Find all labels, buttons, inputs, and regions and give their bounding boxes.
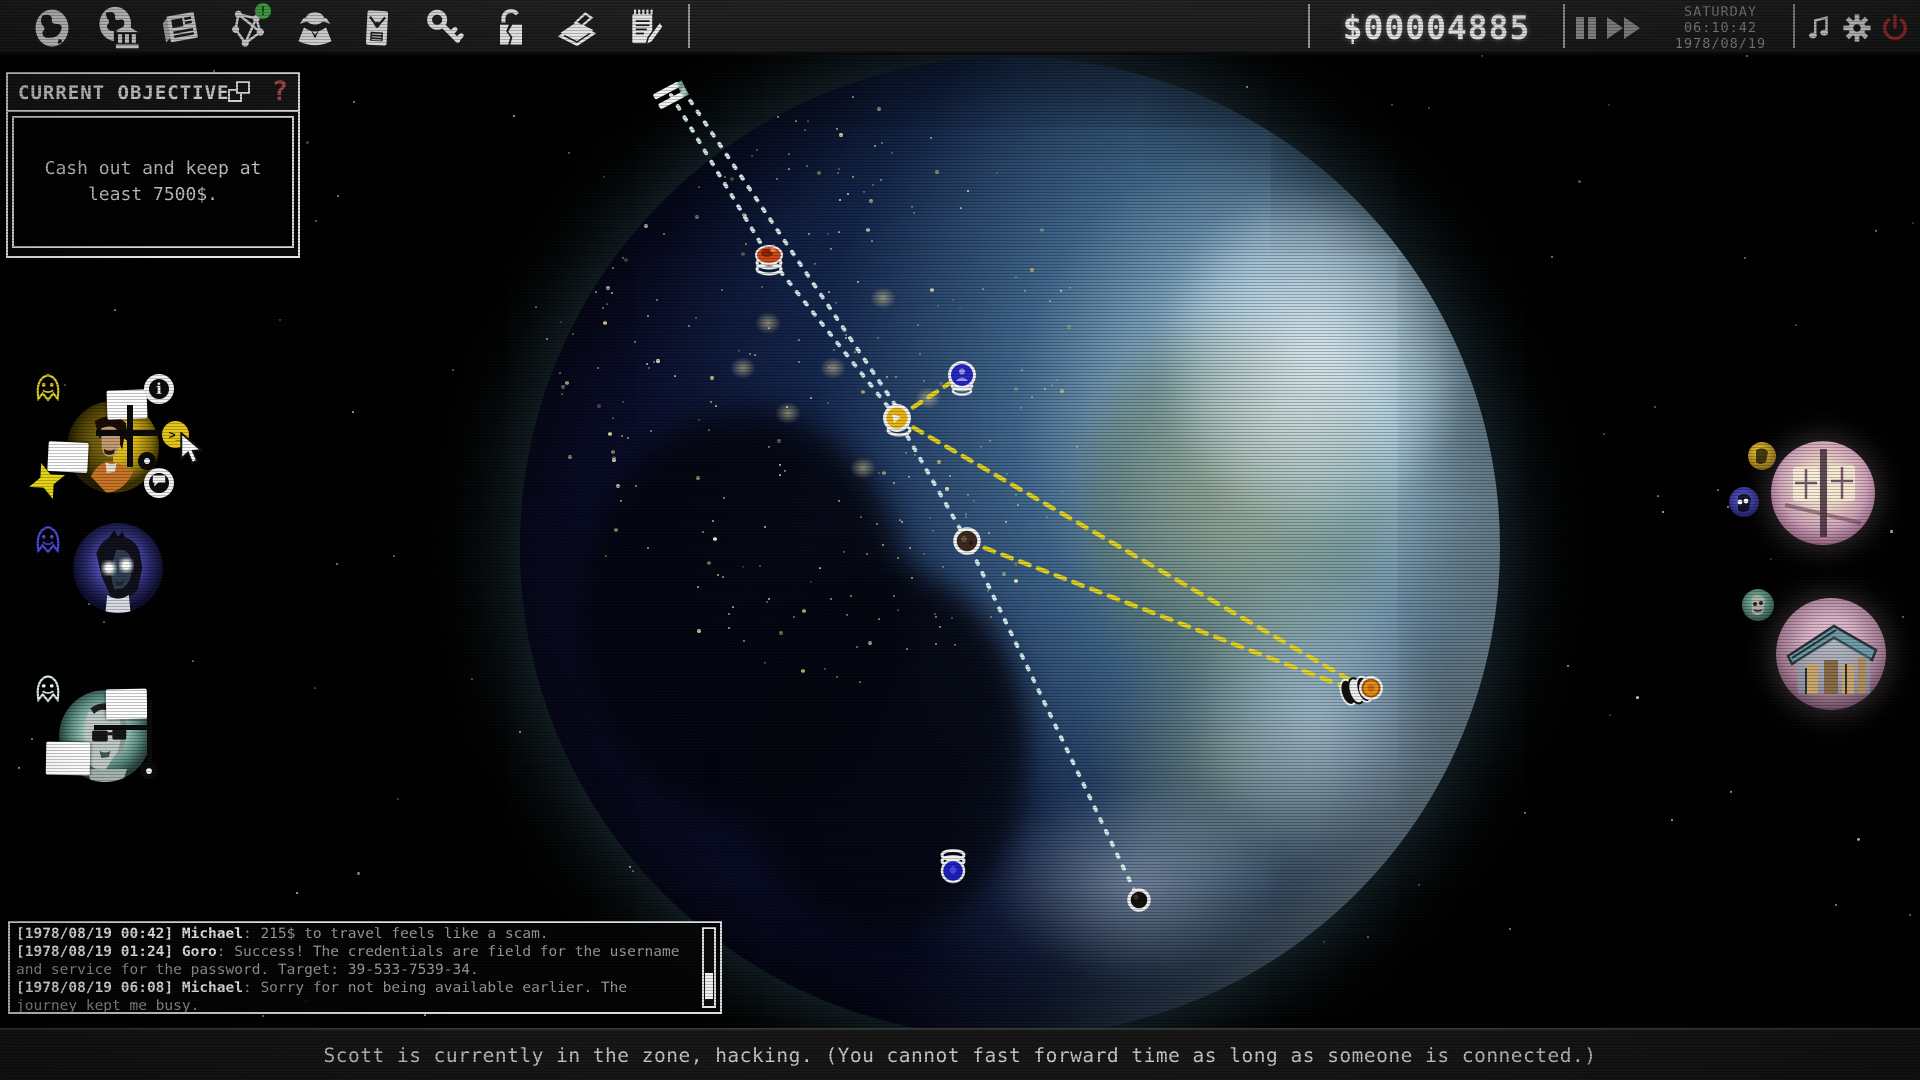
broken-lock-icon [486,6,536,50]
toolbar-agent-button[interactable] [290,5,340,51]
toolbar-bank-button[interactable] [93,5,143,51]
objective-body: Cash out and keep at least 7500$. [12,116,294,248]
top-bar: ! $00004885 SATURDAY 06:10:42 1978/08/19 [0,0,1920,55]
key-icon [419,6,469,50]
toolbar-lock-button[interactable] [486,5,536,51]
chat-log-panel: [1978/08/19 00:42] Michael: 215$ to trav… [8,921,722,1014]
toolbar-journal-button[interactable] [552,5,602,51]
toolbar-mail-button[interactable] [352,5,402,51]
fast-forward-button[interactable] [1607,15,1647,41]
journal-icon [552,6,602,50]
mini-avatar-blue[interactable] [1729,487,1759,517]
notes-icon [619,6,669,50]
time-controls: SATURDAY 06:10:42 1978/08/19 [1565,0,1793,55]
power-button[interactable] [1879,13,1911,45]
notification-badge: ! [255,3,271,19]
pop-out-button[interactable] [228,81,254,105]
music-note-icon [1804,31,1834,46]
objective-line2: least 7500$. [14,182,292,208]
objective-panel: CURRENT OBJECTIVE ? Cash out and keep at… [6,72,300,258]
toolbar-world-button[interactable] [27,5,77,51]
objective-line1: Cash out and keep at [14,156,292,182]
clock-display: SATURDAY 06:10:42 1978/08/19 [1653,4,1788,52]
chat-message: [1978/08/19 01:24] Goro: Success! The cr… [16,943,694,979]
bank-icon [93,6,143,50]
clock-day: SATURDAY [1653,4,1788,20]
toolbar-key-button[interactable] [419,5,469,51]
money-display: $00004885 [1310,0,1563,55]
settings-button[interactable] [1841,13,1873,45]
mini-avatar-yellow[interactable] [1748,442,1776,470]
chat-message: [1978/08/19 06:08] Michael: Sorry for no… [16,979,694,1014]
mini-avatar-teal[interactable] [1742,589,1774,621]
chat-scrollbar-thumb[interactable] [705,973,713,999]
clock-date: 1978/08/19 [1653,36,1788,52]
power-icon [1880,31,1910,46]
status-text: Scott is currently in the zone, hacking.… [324,1044,1597,1067]
system-icons [1793,0,1920,55]
news-icon [156,6,206,50]
world-map-icon [27,6,77,50]
location-room[interactable] [1771,441,1875,545]
agent-icon [290,6,340,50]
mail-icon [352,6,402,50]
gear-icon [1842,31,1872,46]
help-button[interactable]: ? [272,76,288,107]
toolbar-news-button[interactable] [156,5,206,51]
chat-message: [1978/08/19 00:42] Michael: 215$ to trav… [16,925,694,943]
toolbar-notes-button[interactable] [619,5,669,51]
location-warehouse[interactable] [1776,598,1886,710]
music-button[interactable] [1803,13,1835,45]
objective-header: CURRENT OBJECTIVE ? [8,74,298,112]
objective-title: CURRENT OBJECTIVE [8,74,229,112]
chat-scrollbar[interactable] [702,927,716,1008]
toolbar-network-button[interactable]: ! [223,5,273,51]
status-bar: Scott is currently in the zone, hacking.… [0,1028,1920,1080]
clock-time: 06:10:42 [1653,20,1788,36]
pause-button[interactable] [1573,15,1599,41]
mouse-cursor [176,432,206,466]
divider [688,4,690,48]
chat-messages: [1978/08/19 00:42] Michael: 215$ to trav… [16,925,694,1014]
